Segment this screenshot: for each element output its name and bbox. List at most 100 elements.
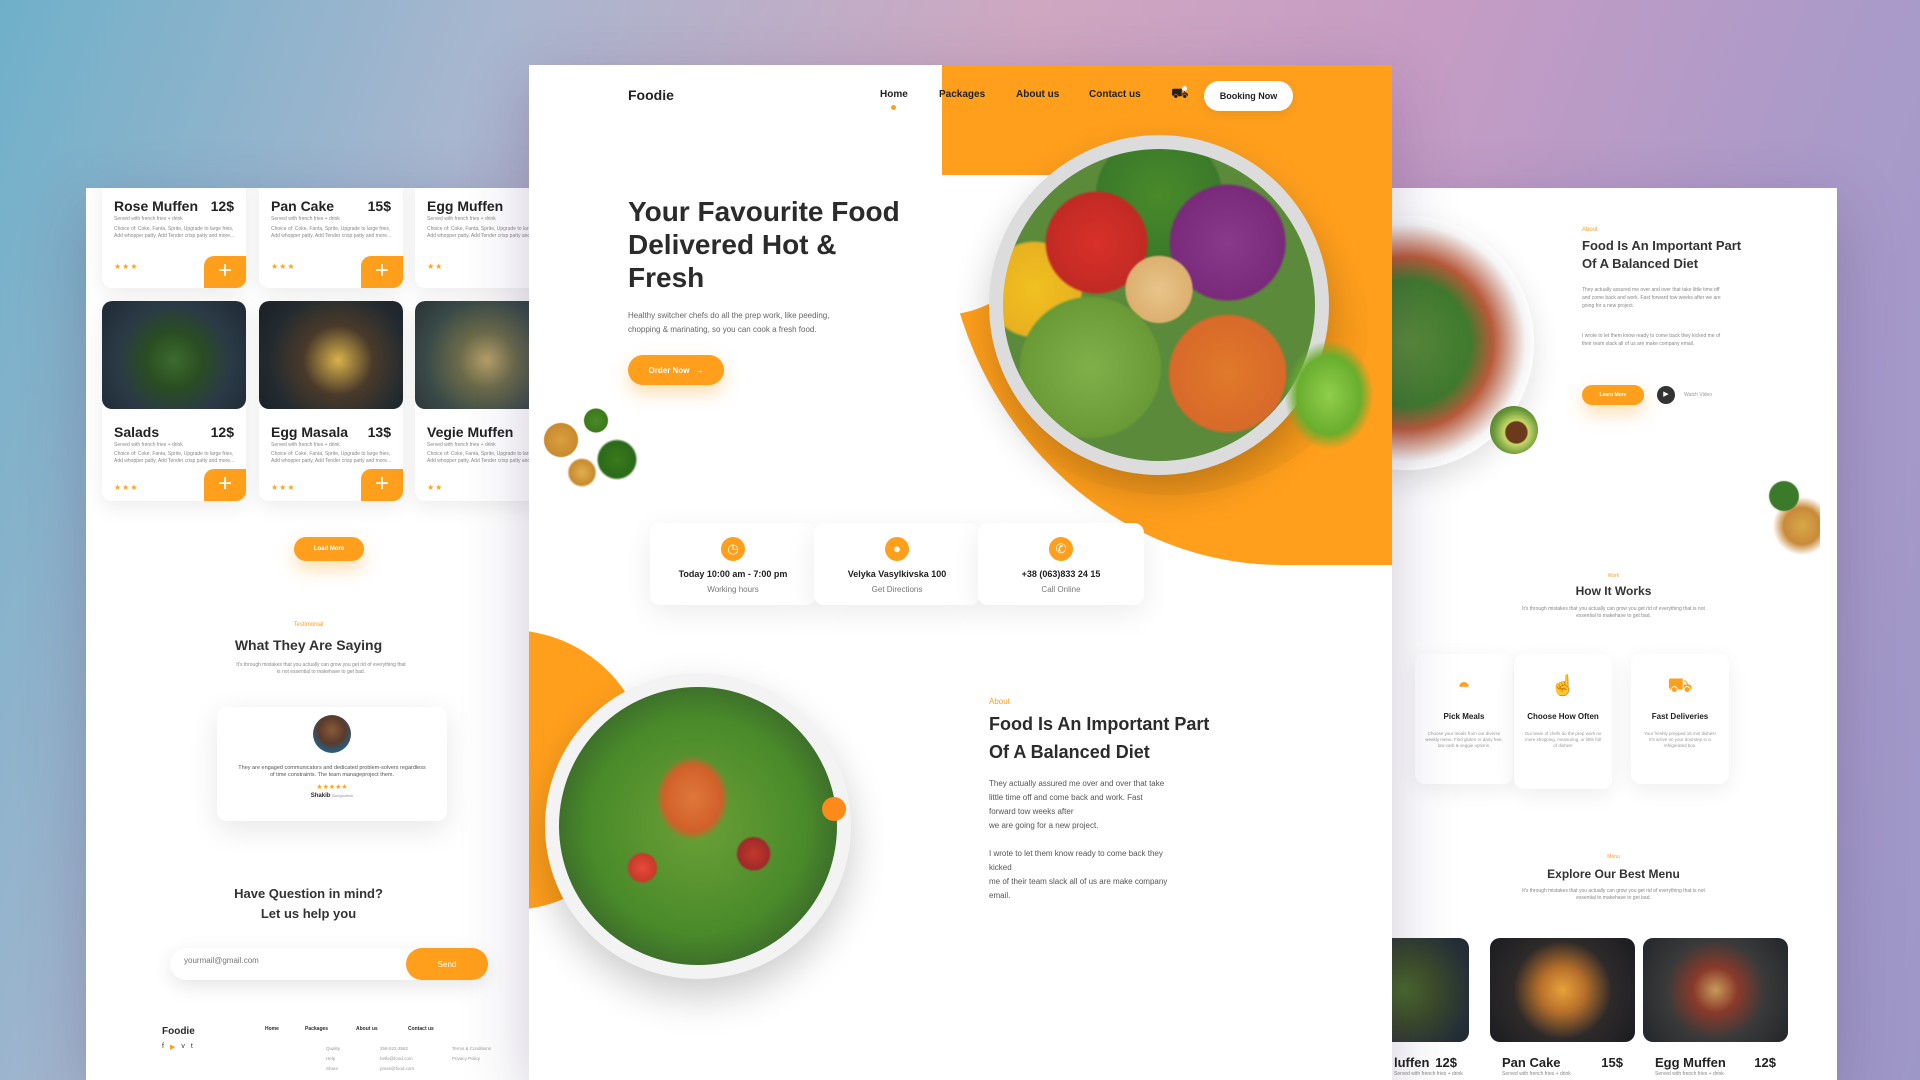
menu-card-description: Choice of: Coke, Fanta, Sprite, Upgrade … <box>271 226 392 239</box>
menu-card-name: Pan Cake <box>271 198 335 214</box>
nav-about[interactable]: About us <box>1016 89 1059 100</box>
order-now-label: Order Now <box>648 365 690 375</box>
section-tag: Menu <box>1607 854 1620 860</box>
email-input[interactable] <box>184 956 384 965</box>
footer-link[interactable]: Share <box>326 1064 340 1074</box>
footer-phone: 256-522-3562 <box>380 1046 409 1051</box>
logo[interactable]: Foodie <box>628 87 674 103</box>
step-description: Your freshly prepped 15 min dishes! It's… <box>1644 731 1716 748</box>
info-subtitle: Working hours <box>707 585 759 594</box>
active-nav-dot <box>891 105 896 110</box>
menu-card-image <box>1490 938 1635 1042</box>
footer-email: hello@food.com <box>380 1056 413 1061</box>
info-title: Today 10:00 am - 7:00 pm <box>678 569 788 579</box>
section-title: What They Are Saying <box>234 637 383 653</box>
step-description: Choose your meals from our diverse weekl… <box>1425 731 1503 748</box>
watch-video-link[interactable]: Watch Video <box>1684 392 1712 398</box>
add-to-cart-button[interactable]: + <box>204 469 246 501</box>
send-button[interactable]: Send <box>406 948 488 980</box>
step-card: ☝ Choose How Often Our team of chefs do … <box>1514 654 1612 789</box>
menu-card-name: Rose Muffen <box>114 198 198 214</box>
step-title: Choose How Often <box>1527 712 1599 721</box>
avatar <box>313 715 351 753</box>
menu-card[interactable]: Egg Masala 13$ Served with french fries … <box>259 301 403 501</box>
menu-card-description: Choice of: Coke, Fanta, Sprite, Upgrade … <box>427 226 531 239</box>
play-icon[interactable]: ▶ <box>1657 386 1675 404</box>
roast-chicken-icon: ◓ <box>1457 673 1471 698</box>
menu-card-subtitle: Served with french fries + drink <box>114 216 183 222</box>
paragraph-line: forward tow weeks after <box>989 807 1074 816</box>
footer-nav-contact[interactable]: Contact us <box>408 1026 434 1032</box>
add-to-cart-button[interactable]: + <box>361 469 403 501</box>
add-to-cart-button[interactable]: + <box>361 256 403 288</box>
bowl-image <box>989 135 1329 475</box>
section-subtitle: It's through mistakes that you actually … <box>1522 888 1705 901</box>
order-now-button[interactable]: Order Now → <box>628 355 724 385</box>
section-tag: About <box>1582 227 1598 233</box>
menu-card-description: Choice of: Coke, Fanta, Sprite, Upgrade … <box>114 226 235 239</box>
learn-more-button[interactable]: Learn More <box>1582 385 1644 405</box>
menu-card[interactable]: Egg Muffen Served with french fries + dr… <box>415 188 531 288</box>
section-title: How It Works <box>1575 584 1652 598</box>
footer-nav-home[interactable]: Home <box>265 1026 279 1032</box>
avocado-image <box>1490 406 1538 454</box>
menu-card[interactable]: luffen 12$ Served with french fries + dr… <box>1390 938 1469 1080</box>
footer-logo[interactable]: Foodie <box>162 1026 195 1037</box>
nav-packages[interactable]: Packages <box>939 89 985 100</box>
nav-home[interactable]: Home <box>880 89 908 100</box>
facebook-icon[interactable]: f <box>162 1043 164 1051</box>
booking-button[interactable]: Booking Now <box>1204 81 1293 111</box>
footer-email: press@food.com <box>380 1066 415 1071</box>
privacy-link[interactable]: Privacy Policy <box>452 1054 491 1064</box>
menu-card-name: Egg Muffen <box>427 198 504 214</box>
step-card: ⛟ Fast Deliveries Your freshly prepped 1… <box>1631 654 1729 784</box>
about-title: Food Is An Important Part Of A Balanced … <box>989 710 1209 766</box>
youtube-icon[interactable]: ▶ <box>170 1043 175 1051</box>
get-directions-link[interactable]: Get Directions <box>814 585 980 594</box>
footer-link[interactable]: Quality <box>326 1044 340 1054</box>
location-card[interactable]: ● Velyka Vasylkivska 100 Get Directions <box>814 523 980 605</box>
hero-description: Healthy switcher chefs do all the prep w… <box>628 309 829 337</box>
menu-card-description: Choice of: Coke, Fanta, Sprite, Upgrade … <box>427 451 531 464</box>
footer-link[interactable]: Help <box>326 1054 340 1064</box>
menu-card[interactable]: Egg Muffen 12$ Served with french fries … <box>1643 938 1788 1080</box>
terms-link[interactable]: Terms & Conditions <box>452 1044 491 1054</box>
hero-title: Your Favourite Food Delivered Hot & Fres… <box>628 195 900 294</box>
vegie-muffen-image <box>415 301 531 409</box>
footer-nav-packages[interactable]: Packages <box>305 1026 328 1032</box>
load-more-button[interactable]: Load More <box>294 537 364 561</box>
salad-image <box>102 301 246 409</box>
lettuce-decoration <box>1284 340 1374 450</box>
title-line: Food Is An Important Part <box>989 714 1210 734</box>
menu-card[interactable]: Pan Cake 15$ Served with french fries + … <box>1490 938 1635 1080</box>
menu-card[interactable]: Salads 12$ Served with french fries + dr… <box>102 301 246 501</box>
footer-nav-about[interactable]: About us <box>356 1026 378 1032</box>
menu-card[interactable]: Pan Cake 15$ Served with french fries + … <box>259 188 403 288</box>
menu-page-preview: Rose Muffen 12$ Served with french fries… <box>86 188 531 1080</box>
menu-card[interactable]: Rose Muffen 12$ Served with french fries… <box>102 188 246 288</box>
arrow-right-icon: → <box>695 365 704 375</box>
working-hours-card: ◷ Today 10:00 am - 7:00 pm Working hours <box>650 523 816 605</box>
add-to-cart-button[interactable]: + <box>204 256 246 288</box>
call-online-link[interactable]: Call Online <box>978 585 1144 594</box>
paragraph-line: They actually assured me over and over t… <box>989 779 1165 788</box>
menu-card-subtitle: Served with french fries + drink <box>271 216 340 222</box>
rating-stars: ★★★ <box>271 262 296 271</box>
menu-card[interactable]: Vegie Muffen Served with french fries + … <box>415 301 531 501</box>
hero-description-line: chopping & marinating, so you can cook a… <box>628 325 817 334</box>
section-subtitle: It's through mistakes that you actually … <box>236 662 406 675</box>
nav-contact[interactable]: Contact us <box>1089 89 1141 100</box>
vimeo-icon[interactable]: v <box>181 1043 185 1051</box>
testimonial-card: They are engaged communicators and dedic… <box>217 707 447 821</box>
title-line: Of A Balanced Diet <box>1582 256 1699 271</box>
about-paragraph: I wrote to let them know ready to come b… <box>1582 333 1721 347</box>
salad-contents <box>559 687 837 965</box>
phone-card[interactable]: ✆ +38 (063)833 24 15 Call Online <box>978 523 1144 605</box>
twitter-icon[interactable]: t <box>191 1043 193 1051</box>
menu-card-subtitle: Served with french fries + drink <box>1655 1071 1724 1077</box>
menu-card-description: Choice of: Coke, Fanta, Sprite, Upgrade … <box>114 451 235 464</box>
newsletter-form: Send <box>170 948 488 980</box>
step-title: Fast Deliveries <box>1651 712 1709 721</box>
menu-card-name: luffen <box>1394 1055 1430 1070</box>
phone-icon: ✆ <box>1049 537 1073 561</box>
